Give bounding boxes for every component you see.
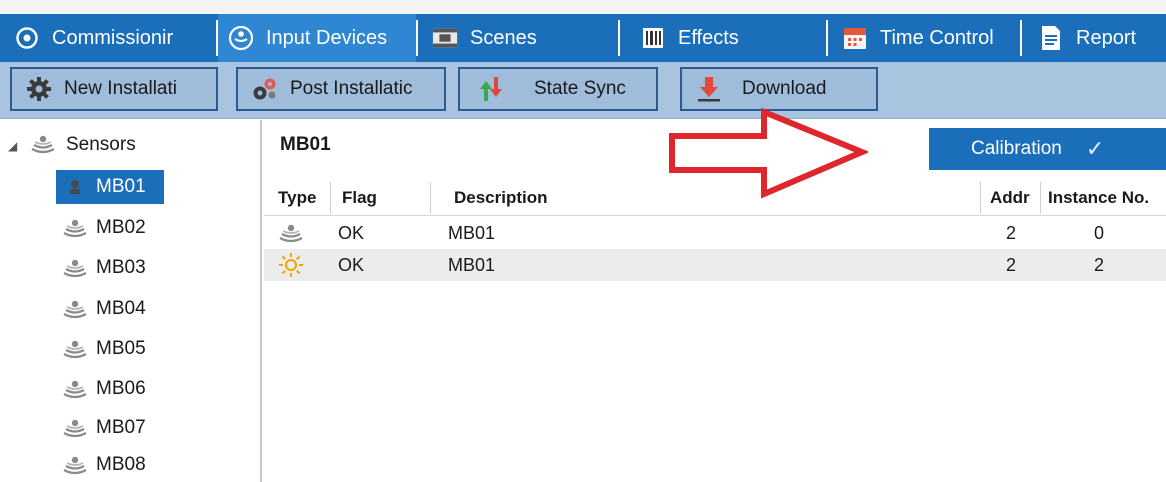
tree-item-label: MB04 [96, 298, 146, 319]
tab-label: Scenes [470, 26, 537, 49]
download-icon [694, 74, 724, 104]
sensor-icon [62, 176, 88, 198]
column-header-addr[interactable]: Addr [990, 180, 1030, 216]
tree-item-mb06[interactable]: MB06 [56, 372, 146, 406]
flag-cell: OK [338, 222, 365, 243]
column-header-description[interactable]: Description [454, 180, 548, 216]
calibration-label: Calibration [971, 138, 1062, 159]
tab-report[interactable]: Report [1022, 14, 1166, 62]
tab-commissioning[interactable]: Commissionir [0, 14, 216, 62]
state-sync-button[interactable]: State Sync [458, 67, 658, 111]
description-cell: MB01 [448, 254, 496, 275]
calendar-icon [842, 25, 868, 51]
tree-item-label: MB03 [96, 257, 146, 278]
tab-label: Input Devices [266, 26, 388, 49]
tab-label: Time Control [880, 26, 994, 49]
gear-pair-icon [250, 74, 280, 104]
tab-label: Report [1076, 26, 1137, 49]
addr-cell: 2 [1006, 222, 1017, 243]
sensor-icon [62, 298, 88, 320]
instance-cell: 2 [1094, 254, 1105, 275]
tab-time-control[interactable]: Time Control [828, 14, 1020, 62]
new-installation-button[interactable]: New Installati [10, 67, 218, 111]
tab-effects[interactable]: Effects [620, 14, 826, 62]
check-icon: ✓ [1085, 136, 1105, 161]
tree-expander-icon[interactable]: ◢ [8, 139, 17, 153]
flag-cell: OK [338, 254, 365, 275]
tree-item-label: MB05 [96, 338, 146, 359]
tree-node-label: Sensors [66, 134, 136, 155]
tree-item-label: MB06 [96, 378, 146, 399]
sensor-circle-icon [228, 25, 254, 51]
sensor-icon [62, 378, 88, 400]
sensor-icon [62, 417, 88, 439]
document-icon [1038, 25, 1064, 51]
tree-item-mb04[interactable]: MB04 [56, 292, 146, 326]
sun-icon [278, 249, 304, 281]
film-icon [432, 25, 458, 51]
button-label: Download [742, 78, 827, 99]
instance-cell: 0 [1094, 222, 1105, 243]
red-arrow-annotation [669, 108, 868, 199]
sensor-icon [62, 217, 88, 239]
tree-item-mb07[interactable]: MB07 [56, 411, 146, 445]
tree-item-label: MB02 [96, 217, 146, 238]
tab-input-devices[interactable]: Input Devices [218, 14, 416, 62]
description-cell: MB01 [448, 222, 496, 243]
tab-label: Effects [678, 26, 739, 49]
tree-item-label: MB01 [96, 176, 146, 197]
sensor-icon [278, 217, 304, 249]
barcode-icon [640, 25, 666, 51]
panel-title: MB01 [280, 134, 331, 155]
column-divider [330, 182, 331, 214]
column-header-flag[interactable]: Flag [342, 180, 377, 216]
toolbar: New Installati Post Installatic State Sy… [0, 62, 1166, 119]
sensor-icon [62, 454, 88, 476]
table-row[interactable]: OK MB01 2 0 [264, 217, 1166, 249]
tree-item-label: MB07 [96, 417, 146, 438]
column-header-instance-no[interactable]: Instance No. [1048, 180, 1149, 216]
sensor-icon [62, 257, 88, 279]
table-row[interactable]: OK MB01 2 2 [264, 249, 1166, 281]
sync-arrows-icon [476, 74, 506, 104]
column-header-type[interactable]: Type [278, 180, 316, 216]
sensor-icon [62, 338, 88, 360]
sensor-icon [30, 133, 60, 157]
tree-item-mb08[interactable]: MB08 [56, 448, 146, 482]
button-label: New Installati [64, 78, 177, 99]
addr-cell: 2 [1006, 254, 1017, 275]
post-installation-button[interactable]: Post Installatic [236, 67, 446, 111]
column-divider [1040, 182, 1041, 214]
tree-item-label: MB08 [96, 454, 146, 475]
tree-item-mb01[interactable]: MB01 [56, 170, 164, 204]
tree-item-mb02[interactable]: MB02 [56, 211, 146, 245]
gear-icon [24, 74, 54, 104]
tab-scenes[interactable]: Scenes [418, 14, 618, 62]
download-button[interactable]: Download [680, 67, 878, 111]
column-divider [430, 182, 431, 214]
window-top-strip [0, 0, 1166, 14]
tree-item-mb05[interactable]: MB05 [56, 332, 146, 366]
button-label: Post Installatic [290, 78, 413, 99]
tree-node-sensors[interactable]: Sensors [30, 128, 136, 162]
target-icon [14, 25, 40, 51]
button-label: State Sync [534, 78, 626, 99]
main-tab-bar: Commissionir Input Devices Scenes Effect… [0, 14, 1166, 62]
tab-label: Commissionir [52, 26, 174, 49]
column-divider [980, 182, 981, 214]
tree-item-mb03[interactable]: MB03 [56, 251, 146, 285]
calibration-button[interactable]: Calibration ✓ [929, 128, 1166, 170]
